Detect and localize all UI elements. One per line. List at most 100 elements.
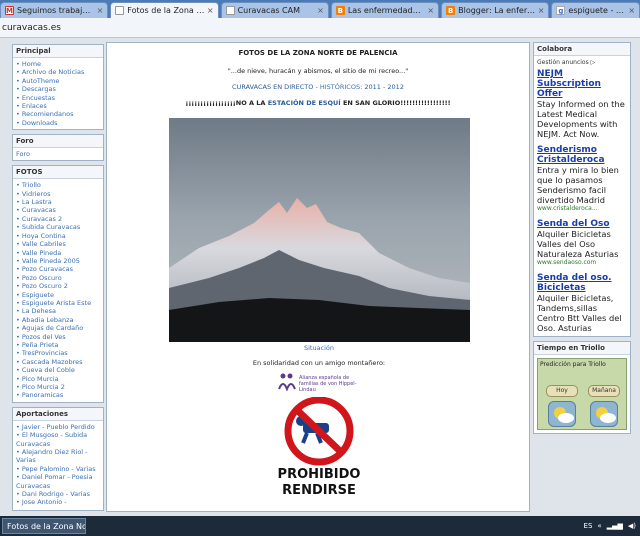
taskbar-window-button[interactable]: Fotos de la Zona No...: [2, 518, 86, 534]
main-content: FOTOS DE LA ZONA NORTE DE PALENCIA "...d…: [106, 42, 530, 512]
ads-block: Gestión anuncios ▷ NEJM Subscription Off…: [534, 56, 630, 336]
principal-box: Principal • Home • Archivo de Noticias • Au…: [12, 44, 104, 131]
aportaciones-list: • Javier - Pueblo Perdido • El Musgoso - Su…: [13, 421, 103, 509]
ads-label[interactable]: Gestión anuncios ▷: [537, 59, 627, 66]
year-link-2011[interactable]: 2011: [364, 83, 381, 91]
list-item[interactable]: • Pepe Palomino - Varias: [16, 465, 100, 473]
photo-caption[interactable]: Situación: [107, 344, 529, 352]
address-bar[interactable]: curavacas.es: [0, 18, 640, 38]
tomorrow-button[interactable]: Mañana: [588, 385, 620, 397]
list-item[interactable]: • Valle Pineda 2005: [16, 257, 100, 265]
list-item[interactable]: • Cascada Mazobres: [16, 358, 100, 366]
list-item[interactable]: • Pico Murcia: [16, 375, 100, 383]
list-item[interactable]: • Pozo Oscuro: [16, 274, 100, 282]
weather-box: Tiempo en Triollo Predicción para Trioll…: [533, 341, 631, 434]
close-icon[interactable]: ×: [207, 6, 214, 15]
ad-body: Alquiler Bicicletas Valles del Oso Natur…: [537, 229, 619, 259]
close-icon[interactable]: ×: [538, 6, 545, 15]
tab-title: Las enfermedades ra: [347, 6, 426, 15]
page-title: FOTOS DE LA ZONA NORTE DE PALENCIA: [238, 49, 398, 57]
prohibido-text: PROHIBIDO: [277, 467, 361, 482]
tab-title: espiguete - Google: [568, 6, 626, 15]
list-item[interactable]: • Espiguete Arista Este: [16, 299, 100, 307]
list-item[interactable]: • Javier - Pueblo Perdido: [16, 423, 100, 431]
list-item[interactable]: • El Musgoso - Subida Curavacas: [16, 431, 100, 448]
list-item[interactable]: • Enlaces: [16, 102, 100, 110]
tab-espiguete[interactable]: g espiguete - Google ×: [551, 2, 640, 18]
list-item[interactable]: • AutoTheme: [16, 77, 100, 85]
close-icon[interactable]: ×: [427, 6, 434, 15]
prohibido-rendirse-sign[interactable]: PROHIBIDO RENDIRSE: [269, 396, 369, 505]
arrows-icon[interactable]: «: [597, 522, 601, 530]
tab-curavacas-cam[interactable]: Curavacas CAM ×: [220, 2, 329, 18]
list-item[interactable]: • Dani Rodrigo - Varias: [16, 490, 100, 498]
list-item[interactable]: • Jose Antonio -: [16, 498, 100, 506]
list-item[interactable]: • Vidrieros: [16, 190, 100, 198]
ad-nejm[interactable]: NEJM Subscription Offer Stay Informed on…: [537, 69, 627, 139]
list-item[interactable]: • Pozos del Ves: [16, 333, 100, 341]
list-item[interactable]: • Espiguete: [16, 291, 100, 299]
language-indicator[interactable]: ES: [584, 522, 593, 530]
list-item[interactable]: • Triollo: [16, 181, 100, 189]
tab-fotos[interactable]: Fotos de la Zona No ×: [110, 2, 219, 18]
close-icon[interactable]: ×: [317, 6, 324, 15]
list-item[interactable]: • Encuestas: [16, 94, 100, 102]
ad-senderismo[interactable]: Senderismo Cristalderoca Entra y mira lo…: [537, 145, 627, 213]
tab-gmail[interactable]: M Seguimos trabajand ×: [0, 2, 109, 18]
list-item[interactable]: • Curavacas 2: [16, 215, 100, 223]
page-icon: [115, 6, 125, 15]
aportaciones-heading: Aportaciones: [13, 407, 103, 421]
tab-enfermedades[interactable]: B Las enfermedades ra ×: [330, 2, 440, 18]
ad-body: Alquiler Bicicletas, Tandems,sillas Cent…: [537, 293, 622, 333]
list-item[interactable]: • Downloads: [16, 119, 100, 127]
list-item[interactable]: • Pozo Oscuro 2: [16, 282, 100, 290]
weather-widget[interactable]: Predicción para Triollo Hoy Mañana: [537, 358, 627, 430]
list-item[interactable]: • Daniel Pomar - Poesia Curavacas: [16, 473, 100, 490]
today-button[interactable]: Hoy: [546, 385, 578, 397]
mountain-photo[interactable]: [169, 118, 470, 342]
url-text[interactable]: curavacas.es: [2, 23, 61, 33]
list-item[interactable]: • Agujas de Cardaño: [16, 324, 100, 332]
list-item[interactable]: • Curavacas: [16, 206, 100, 214]
ad-headline[interactable]: Senderismo Cristalderoca: [537, 145, 627, 165]
list-item[interactable]: • Alejandro Diez Riol - Varias: [16, 448, 100, 465]
list-item[interactable]: • Pozo Curavacas: [16, 265, 100, 273]
alliance-logo[interactable]: Alianza española de familias de von Hipp…: [277, 371, 367, 393]
list-item[interactable]: • La Dehesa: [16, 307, 100, 315]
list-item[interactable]: • Hoya Contina: [16, 232, 100, 240]
list-item[interactable]: • TresProvincias: [16, 349, 100, 357]
year-link-2012[interactable]: 2012: [387, 83, 404, 91]
foro-heading: Foro: [13, 135, 103, 149]
list-item[interactable]: • Abadia Lebanza: [16, 316, 100, 324]
list-item[interactable]: • Recomiendanos: [16, 110, 100, 118]
list-item[interactable]: • La Lastra: [16, 198, 100, 206]
ad-senda-oso[interactable]: Senda del Oso Alquiler Bicicletas Valles…: [537, 219, 627, 267]
list-item[interactable]: • Valle Cabriles: [16, 240, 100, 248]
tab-title: Blogger: La enferme: [458, 6, 536, 15]
list-item[interactable]: • Subida Curavacas: [16, 223, 100, 231]
tab-blogger[interactable]: B Blogger: La enferme ×: [441, 2, 550, 18]
ad-url[interactable]: www.sendaoso.com: [537, 259, 627, 267]
close-icon[interactable]: ×: [628, 6, 635, 15]
ad-headline[interactable]: Senda del Oso: [537, 219, 627, 229]
ad-headline[interactable]: NEJM Subscription Offer: [537, 69, 627, 99]
list-item[interactable]: • Valle Pineda: [16, 249, 100, 257]
list-item[interactable]: • Pico Murcia 2: [16, 383, 100, 391]
list-item[interactable]: • Descargas: [16, 85, 100, 93]
live-link[interactable]: CURAVACAS EN DIRECTO: [232, 83, 313, 91]
ad-senda-oso-bicicletas[interactable]: Senda del oso. Bicicletas Alquiler Bicic…: [537, 273, 627, 333]
volume-icon[interactable]: ◀): [628, 522, 636, 530]
colabora-box: Colabora Gestión anuncios ▷ NEJM Subscri…: [533, 42, 631, 337]
blogger-icon: B: [446, 6, 456, 15]
list-item[interactable]: • Archivo de Noticias: [16, 68, 100, 76]
list-item[interactable]: • Peña Prieta: [16, 341, 100, 349]
list-item[interactable]: • Home: [16, 60, 100, 68]
list-item[interactable]: • Cueva del Coble: [16, 366, 100, 374]
mountain-image: [169, 118, 470, 342]
list-item[interactable]: • Panoramicas: [16, 391, 100, 399]
ad-url[interactable]: www.cristalderoca...: [537, 205, 627, 213]
close-icon[interactable]: ×: [97, 6, 104, 15]
foro-link[interactable]: Foro: [13, 148, 103, 160]
ad-headline[interactable]: Senda del oso. Bicicletas: [537, 273, 627, 293]
network-icon[interactable]: ▂▄▆: [607, 522, 623, 530]
